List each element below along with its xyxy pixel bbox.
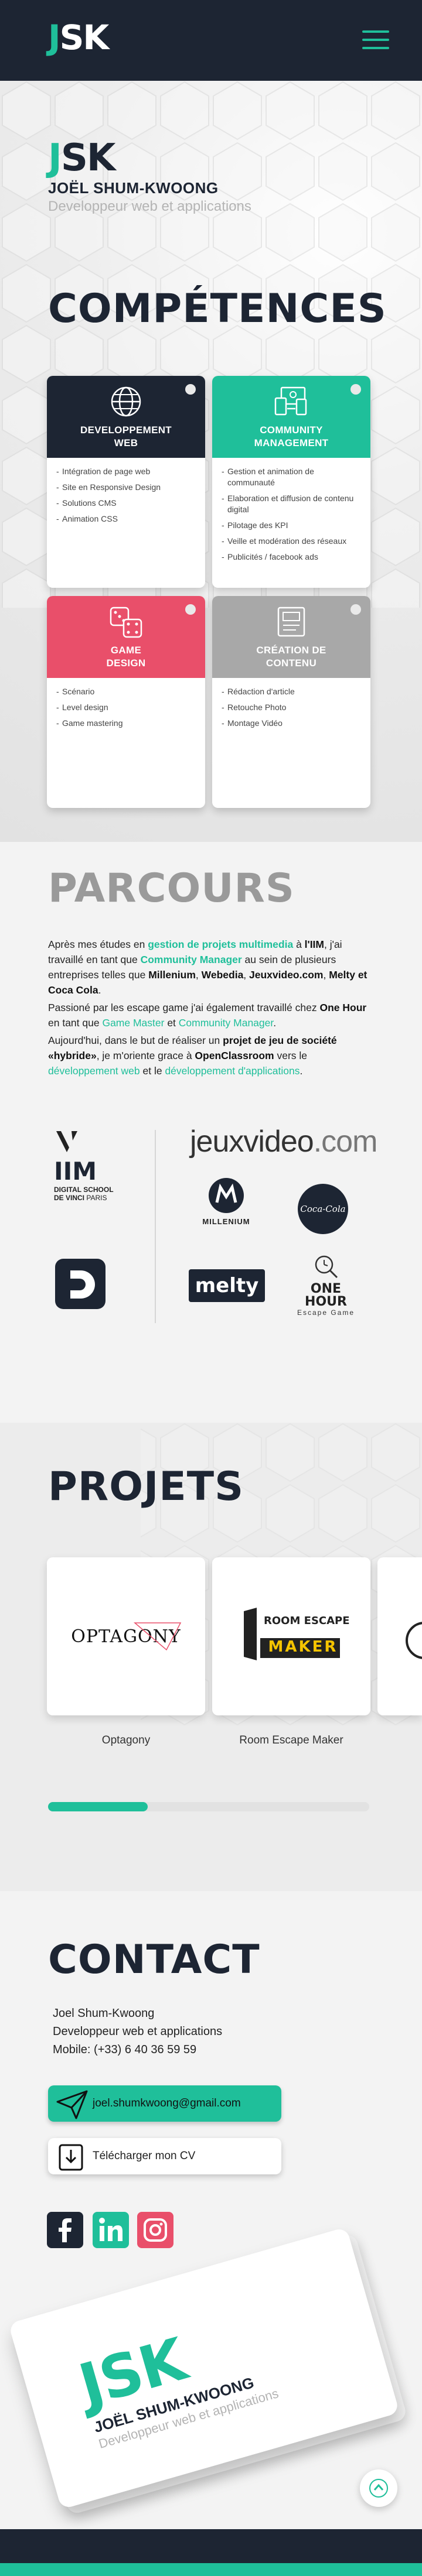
card-dot	[350, 604, 361, 615]
onehour-logo: ONE HOUR Escape Game	[288, 1253, 363, 1317]
contact-name: Joel Shum-Kwoong	[53, 2007, 155, 2020]
hamburger-icon[interactable]	[362, 28, 389, 52]
parcours-heading: PARCOURS	[48, 865, 295, 912]
skill-list: Gestion et animation de communauté Elabo…	[212, 458, 370, 576]
contact-heading: CONTACT	[48, 1937, 260, 1983]
download-cv-button[interactable]: Télécharger mon CV	[48, 2138, 281, 2174]
iim-logo: IIM DIGITAL SCHOOL DE VINCI PARIS	[54, 1130, 136, 1202]
footer-accent-line	[0, 2563, 422, 2576]
globe-icon	[111, 386, 141, 417]
projets-heading: PROJETS	[48, 1464, 244, 1510]
facebook-glyph	[59, 2218, 72, 2242]
skill-card-game[interactable]: GAMEDESIGN Scénario Level design Game ma…	[47, 596, 205, 808]
contact-mobile: Mobile: (+33) 6 40 36 59 59	[53, 2043, 197, 2056]
partial-project-logo	[406, 1622, 422, 1659]
card-dot	[185, 384, 196, 395]
d-mark-icon	[70, 1270, 95, 1299]
header-logo[interactable]: JSK	[48, 18, 109, 57]
magnifier-icon	[315, 1255, 338, 1279]
project-name: Optagony	[101, 1734, 151, 1746]
brand-name: JOËL SHUM-KWOONG	[48, 179, 219, 197]
skill-card-title: GAME DESIGN	[106, 645, 146, 669]
linkedin-icon[interactable]	[93, 2212, 129, 2248]
skill-list: Intégration de page web Site en Responsi…	[47, 458, 205, 537]
project-card-partial[interactable]	[377, 1557, 422, 1715]
top-navbar: JSK	[0, 0, 422, 81]
back-to-top-button[interactable]	[360, 2469, 397, 2507]
contact-role: Developpeur web et applications	[53, 2025, 223, 2038]
skill-list: Rédaction d'article Retouche Photo Monta…	[212, 678, 370, 742]
linkedin-glyph	[99, 2218, 122, 2241]
paper-plane-icon	[56, 2090, 88, 2119]
skill-card-title: COMMUNITY MANAGEMENT	[254, 424, 329, 448]
instagram-icon[interactable]	[137, 2212, 173, 2248]
email-label: joel.shumkwoong@gmail.com	[93, 2097, 241, 2109]
card-dot	[185, 604, 196, 615]
millenium-logo: MILLENIUM	[191, 1177, 261, 1226]
project-card-optagony[interactable]: OPTAGONY	[47, 1557, 205, 1715]
carousel-progress-bar[interactable]	[48, 1802, 369, 1811]
brand-subtitle: Developpeur web et applications	[48, 198, 251, 214]
download-cv-label: Télécharger mon CV	[93, 2150, 196, 2162]
cocacola-logo: Coca-Cola	[298, 1184, 348, 1234]
article-icon	[277, 607, 305, 637]
skill-card-web[interactable]: DEVELOPPEMENTWEB Intégration de page web…	[47, 376, 205, 588]
melty-logo: melty	[189, 1269, 265, 1302]
skill-card-content[interactable]: CRÉATION DECONTENU Rédaction d'article R…	[212, 596, 370, 808]
contact-info: Joel Shum-Kwoong Developpeur web et appl…	[53, 2005, 222, 2059]
skill-list: Scénario Level design Game mastering	[47, 678, 205, 742]
business-card: JSK JOËL SHUM-KWOONG Developpeur web et …	[8, 2226, 400, 2510]
email-button[interactable]: joel.shumkwoong@gmail.com	[48, 2085, 281, 2122]
millenium-mark	[209, 1178, 244, 1213]
card-dot	[350, 384, 361, 395]
dice-icon	[110, 607, 142, 638]
facebook-icon[interactable]	[47, 2212, 83, 2248]
parcours-paragraph-2: Passioné par les escape game j'ai égalem…	[48, 1002, 367, 1029]
brand-block: JSK JOËL SHUM-KWOONG Developpeur web et …	[48, 139, 251, 215]
skill-card-title: DEVELOPPEMENT WEB	[80, 424, 172, 448]
iim-v-mark	[56, 1131, 77, 1152]
optagony-triangle-icon	[133, 1622, 182, 1651]
skill-card-title: CRÉATION DE CONTENU	[256, 645, 326, 669]
project-name: Room Escape Maker	[239, 1734, 343, 1746]
parcours-text: Après mes études en gestion de projets m…	[48, 937, 376, 1081]
footer	[0, 2529, 422, 2576]
logos-divider	[155, 1130, 156, 1323]
devices-icon	[274, 386, 307, 416]
dailymotion-logo	[55, 1259, 106, 1309]
competences-heading: COMPÉTENCES	[48, 286, 387, 332]
parcours-paragraph-1: Après mes études en gestion de projets m…	[48, 938, 367, 996]
jeuxvideo-logo: jeuxvideo.com	[190, 1125, 377, 1159]
brand-logo: JSK	[48, 136, 115, 180]
project-card-room-escape-maker[interactable]: ROOM ESCAPE MAKER	[212, 1557, 370, 1715]
arrow-up-icon	[369, 2479, 388, 2498]
download-icon	[59, 2144, 83, 2171]
parcours-paragraph-3: Aujourd'hui, dans le but de réaliser un …	[48, 1034, 337, 1077]
carousel-progress-fill	[48, 1802, 148, 1811]
skill-card-community[interactable]: COMMUNITYMANAGEMENT Gestion et animation…	[212, 376, 370, 588]
instagram-glyph	[144, 2218, 167, 2242]
